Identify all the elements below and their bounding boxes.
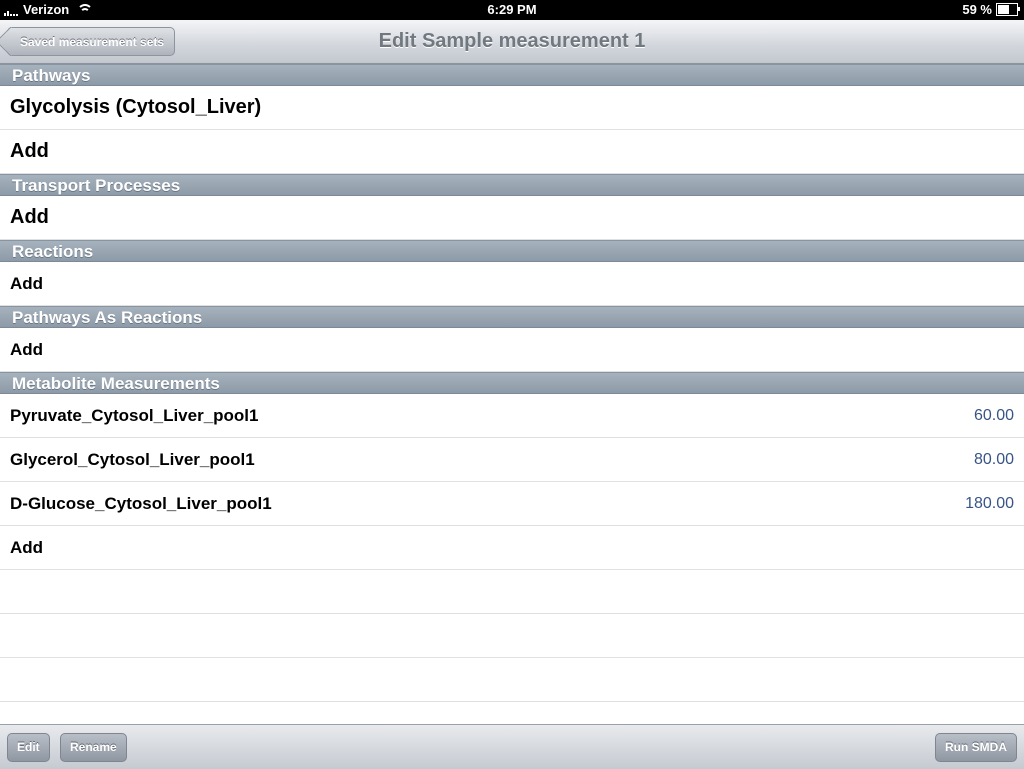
status-right: 59 % — [962, 2, 1020, 17]
row-label: Glycolysis (Cytosol_Liver) — [10, 96, 262, 118]
list-item-measurement[interactable]: Pyruvate_Cytosol_Liver_pool1 60.00 — [0, 394, 1024, 438]
empty-row — [0, 658, 1024, 702]
add-measurement-row[interactable]: Add — [0, 526, 1024, 570]
section-header-pathways-as-reactions: Pathways As Reactions — [0, 306, 1024, 328]
row-value: 180.00 — [965, 494, 1014, 512]
row-label: Add — [10, 140, 49, 162]
list-item-measurement[interactable]: Glycerol_Cytosol_Liver_pool1 80.00 — [0, 438, 1024, 482]
battery-percent: 59 % — [962, 2, 992, 17]
list-item-measurement[interactable]: D-Glucose_Cytosol_Liver_pool1 180.00 — [0, 482, 1024, 526]
run-smda-button[interactable]: Run SMDA — [935, 733, 1017, 762]
status-bar: Verizon 6:29 PM 59 % — [0, 0, 1024, 20]
page-title: Edit Sample measurement 1 — [378, 30, 646, 52]
row-label: D-Glucose_Cytosol_Liver_pool1 — [10, 493, 272, 513]
measurement-table: Pathways Glycolysis (Cytosol_Liver) Add … — [0, 64, 1024, 702]
section-header-pathways: Pathways — [0, 64, 1024, 86]
section-header-metabolite-measurements: Metabolite Measurements — [0, 372, 1024, 394]
empty-row — [0, 614, 1024, 658]
row-label: Pyruvate_Cytosol_Liver_pool1 — [10, 405, 259, 425]
empty-row — [0, 570, 1024, 614]
add-transport-row[interactable]: Add — [0, 196, 1024, 240]
row-label: Add — [10, 273, 44, 293]
navigation-bar: Saved measurement sets Edit Sample measu… — [0, 20, 1024, 64]
list-item-pathway[interactable]: Glycolysis (Cytosol_Liver) — [0, 86, 1024, 130]
row-value: 80.00 — [973, 450, 1014, 468]
rename-button[interactable]: Rename — [60, 733, 127, 762]
battery-icon — [996, 3, 1020, 16]
status-time: 6:29 PM — [487, 2, 537, 17]
row-label: Glycerol_Cytosol_Liver_pool1 — [10, 449, 255, 469]
add-pathway-row[interactable]: Add — [0, 130, 1024, 174]
add-reaction-row[interactable]: Add — [0, 262, 1024, 306]
bottom-toolbar: Edit Rename Run SMDA — [0, 724, 1024, 769]
add-pathway-as-reaction-row[interactable]: Add — [0, 328, 1024, 372]
section-header-reactions: Reactions — [0, 240, 1024, 262]
row-label: Add — [10, 206, 49, 228]
row-label: Add — [10, 537, 44, 557]
row-value: 60.00 — [973, 406, 1014, 424]
edit-button[interactable]: Edit — [7, 733, 50, 762]
battery-fill — [998, 5, 1009, 14]
row-label: Add — [10, 339, 44, 359]
section-header-transport: Transport Processes — [0, 174, 1024, 196]
